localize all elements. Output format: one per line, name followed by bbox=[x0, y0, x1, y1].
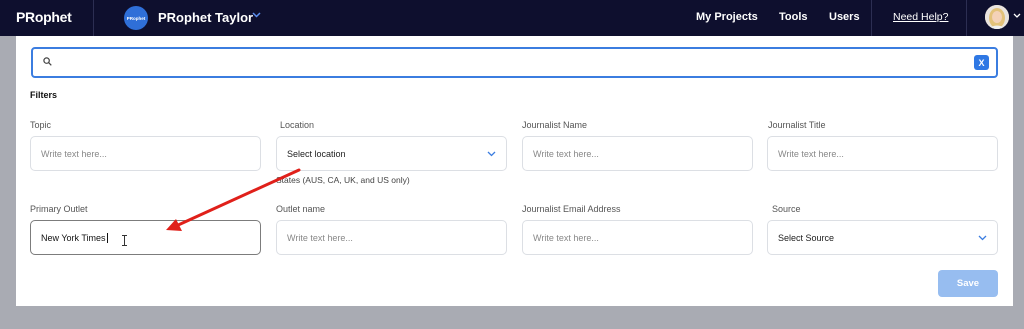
user-avatar-icon bbox=[985, 5, 1009, 29]
app-logo[interactable]: PRophet bbox=[16, 9, 72, 25]
workspace-badge[interactable]: PRophet bbox=[124, 6, 148, 30]
need-help-link[interactable]: Need Help? bbox=[893, 11, 948, 23]
chevron-down-icon[interactable] bbox=[252, 12, 261, 18]
nav-divider bbox=[871, 0, 872, 36]
avatar[interactable] bbox=[985, 5, 1009, 29]
nav-divider bbox=[93, 0, 94, 36]
top-nav-bar: PRophet PRophet PRophet Taylor My Projec… bbox=[0, 0, 1024, 36]
filters-panel: X Filters Topic Write text here... Locat… bbox=[16, 36, 1013, 306]
annotation-arrow-icon bbox=[166, 168, 301, 231]
nav-users[interactable]: Users bbox=[829, 11, 860, 23]
nav-my-projects[interactable]: My Projects bbox=[696, 11, 758, 23]
chevron-down-icon[interactable] bbox=[1013, 13, 1021, 18]
workspace-name[interactable]: PRophet Taylor bbox=[158, 10, 253, 25]
nav-divider bbox=[966, 0, 967, 36]
nav-tools[interactable]: Tools bbox=[779, 11, 808, 23]
